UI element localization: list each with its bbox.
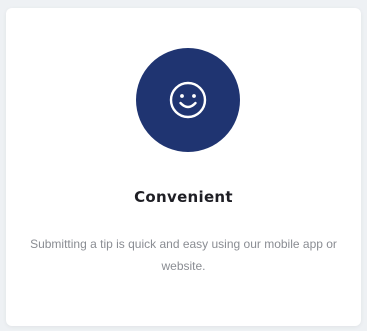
icon-badge xyxy=(136,48,240,152)
card-description: Submitting a tip is quick and easy using… xyxy=(30,237,337,273)
feature-card: Convenient Submitting a tip is quick and… xyxy=(6,8,361,326)
smiley-face-icon xyxy=(169,81,207,119)
card-title: Convenient xyxy=(134,188,233,206)
